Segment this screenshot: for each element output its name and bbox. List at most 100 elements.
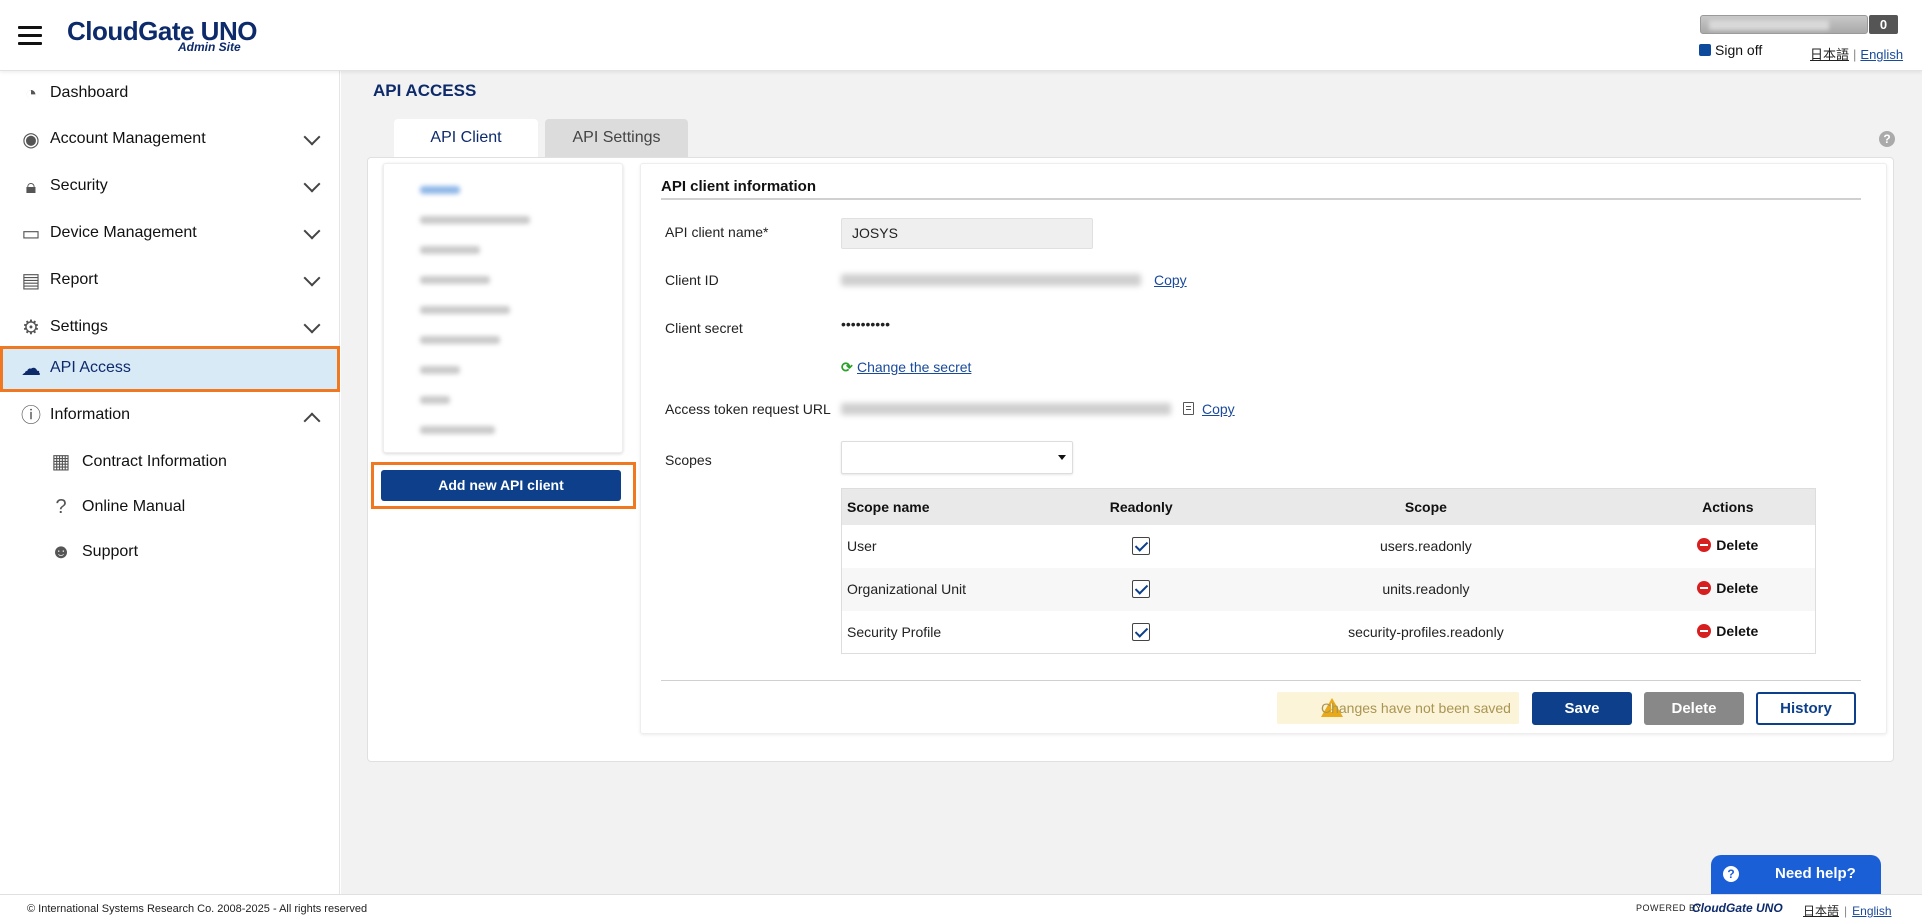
unsaved-message: Changes have not been saved xyxy=(1321,700,1511,716)
need-help-label: Need help? xyxy=(1775,865,1856,882)
report-icon: ▤ xyxy=(21,270,41,292)
divider xyxy=(661,680,1861,681)
sidebar-subitem-support[interactable]: ☻ Support xyxy=(0,532,340,572)
footer-lang-ja-link[interactable]: 日本語 xyxy=(1803,904,1839,918)
refresh-icon: ⟳ xyxy=(841,359,853,375)
readonly-checkbox[interactable] xyxy=(1132,622,1151,641)
copy-client-id-link[interactable]: Copy xyxy=(1154,272,1187,288)
footer-language-switcher: 日本語 | English xyxy=(1803,904,1892,918)
sidebar-item-api-access[interactable]: ☁︎ API Access xyxy=(0,346,340,392)
sidebar-item-report[interactable]: ▤ Report xyxy=(0,258,340,304)
column-header: Scope name xyxy=(841,488,1072,525)
list-item[interactable] xyxy=(420,336,500,344)
support-icon: ☻ xyxy=(50,541,72,563)
help-icon[interactable]: ? xyxy=(1879,131,1895,147)
sidebar-item-label: Contract Information xyxy=(82,453,227,470)
tab-api-client[interactable]: API Client xyxy=(394,119,538,159)
sidebar-item-dashboard[interactable]: ◔ Dashboard xyxy=(0,71,340,117)
readonly-checkbox[interactable] xyxy=(1132,537,1151,556)
list-item[interactable] xyxy=(420,276,490,284)
copy-token-url-link[interactable]: Copy xyxy=(1202,401,1235,417)
contract-icon: ▦ xyxy=(51,451,71,473)
logo-subtitle: Admin Site xyxy=(178,40,241,54)
list-item[interactable] xyxy=(420,186,460,194)
top-header: CloudGate UNO Admin Site 0 Sign off 日本語 |… xyxy=(0,0,1922,71)
lang-ja-link[interactable]: 日本語 xyxy=(1810,47,1849,62)
readonly-checkbox[interactable] xyxy=(1132,580,1151,599)
info-icon: ⓘ xyxy=(21,405,41,427)
sidebar-item-account-management[interactable]: ◉ Account Management xyxy=(0,117,340,163)
footer-lang-en-link[interactable]: English xyxy=(1852,904,1891,918)
sidebar-item-information[interactable]: ⓘ Information xyxy=(0,393,340,439)
list-item[interactable] xyxy=(420,426,495,434)
sidebar-item-label: Support xyxy=(82,543,139,560)
lang-en-link[interactable]: English xyxy=(1860,47,1903,62)
delete-label: Delete xyxy=(1716,537,1759,553)
delete-scope-button[interactable]: Delete xyxy=(1697,623,1758,639)
history-button[interactable]: History xyxy=(1756,692,1856,725)
sidebar-item-label: Security xyxy=(50,177,108,194)
list-item[interactable] xyxy=(420,216,530,224)
copy-document-icon[interactable] xyxy=(1183,402,1194,415)
delete-button[interactable]: Delete xyxy=(1644,692,1744,725)
list-item[interactable] xyxy=(420,306,510,314)
language-switcher: 日本語 | English xyxy=(1810,47,1904,62)
scope-name-cell: User xyxy=(847,538,877,554)
chevron-down-icon xyxy=(303,316,321,334)
scope-table: Scope name Readonly Scope Actions User u… xyxy=(841,488,1816,654)
sidebar-item-label: API Access xyxy=(50,359,131,376)
sidebar-item-device-management[interactable]: ▭ Device Management xyxy=(0,211,340,257)
sign-off-label: Sign off xyxy=(1715,42,1763,58)
lock-icon: 🔒︎ xyxy=(25,176,37,198)
sign-off-icon xyxy=(1699,44,1711,56)
caret-down-icon xyxy=(1058,455,1066,460)
sidebar-item-label: Device Management xyxy=(50,224,197,241)
api-client-list[interactable] xyxy=(383,163,623,453)
chevron-down-icon xyxy=(303,128,321,146)
sidebar-item-label: Dashboard xyxy=(50,84,129,101)
copyright-text: © International Systems Research Co. 200… xyxy=(27,903,368,915)
column-header: Actions xyxy=(1640,488,1816,525)
minus-circle-icon xyxy=(1697,538,1712,552)
chevron-down-icon xyxy=(303,269,321,287)
list-item[interactable] xyxy=(420,396,450,404)
scopes-label: Scopes xyxy=(665,452,712,468)
footer: © International Systems Research Co. 200… xyxy=(0,894,1922,921)
token-url-label: Access token request URL xyxy=(665,401,831,417)
sidebar-item-label: Account Management xyxy=(50,130,206,147)
delete-scope-button[interactable]: Delete xyxy=(1697,537,1758,553)
tab-api-settings[interactable]: API Settings xyxy=(545,119,688,157)
divider xyxy=(661,198,1861,200)
list-item[interactable] xyxy=(420,246,480,254)
minus-circle-icon xyxy=(1697,581,1712,595)
client-name-input[interactable]: JOSYS xyxy=(841,218,1093,249)
column-header: Scope xyxy=(1211,488,1641,525)
chevron-down-icon xyxy=(303,175,321,193)
scope-name-cell: Security Profile xyxy=(847,623,942,640)
change-secret-link[interactable]: Change the secret xyxy=(857,359,971,375)
client-secret-label: Client secret xyxy=(665,320,743,336)
client-id-value xyxy=(841,274,1141,286)
unsaved-changes-notice: Changes have not been saved xyxy=(1277,692,1519,724)
need-help-button[interactable]: ? Need help? xyxy=(1711,855,1881,894)
sidebar-subitem-contract-information[interactable]: ▦ Contract Information xyxy=(0,442,340,482)
delete-scope-button[interactable]: Delete xyxy=(1697,580,1758,596)
sign-off-link[interactable]: Sign off xyxy=(1699,42,1762,58)
save-button[interactable]: Save xyxy=(1532,692,1632,725)
sidebar-item-settings[interactable]: ⚙︎ Settings xyxy=(0,305,340,351)
user-icon: ◉ xyxy=(22,129,40,151)
notification-count-badge[interactable]: 0 xyxy=(1869,15,1898,34)
sidebar-subitem-online-manual[interactable]: ? Online Manual xyxy=(0,487,340,527)
user-account-bar[interactable] xyxy=(1700,15,1868,34)
client-id-label: Client ID xyxy=(665,272,719,288)
add-new-api-client-button[interactable]: Add new API client xyxy=(381,470,621,501)
delete-label: Delete xyxy=(1716,622,1759,639)
hamburger-menu-icon[interactable] xyxy=(18,26,42,46)
section-title: API client information xyxy=(661,178,817,195)
api-client-card: Add new API client API client informatio… xyxy=(367,157,1894,762)
delete-label: Delete xyxy=(1716,580,1759,596)
scopes-select[interactable] xyxy=(841,441,1073,474)
list-item[interactable] xyxy=(420,366,460,374)
sidebar-item-security[interactable]: 🔒︎ Security xyxy=(0,164,340,210)
table-row: Organizational Unit units.readonly Delet… xyxy=(841,567,1816,611)
